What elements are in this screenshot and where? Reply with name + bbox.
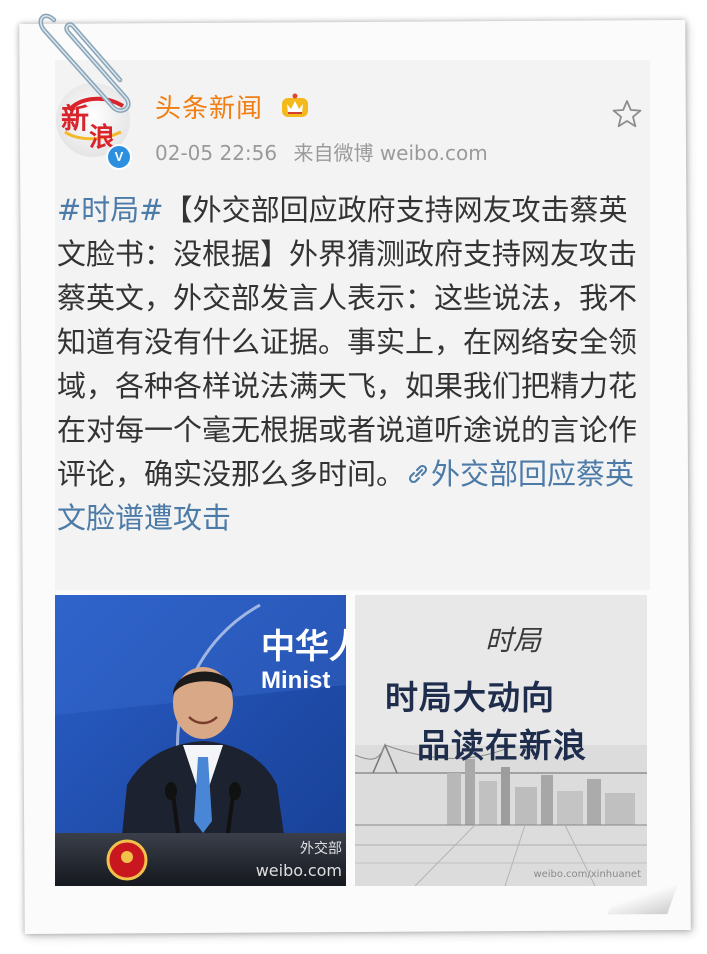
post-body: #时局#【外交部回应政府支持网友攻击蔡英文脸书：没根据】外界猜测政府支持网友攻击… bbox=[57, 188, 637, 540]
banner-text-en: Minist bbox=[261, 667, 331, 694]
promo-headline-1: 时局大动向 bbox=[385, 678, 555, 717]
post-meta: 02-05 22:56 来自微博 weibo.com bbox=[155, 137, 488, 166]
post-image-promo[interactable]: 时局 时局大动向 品读在新浪 weibo.com/xinhuanet bbox=[355, 595, 647, 886]
post-text: 【外交部回应政府支持网友攻击蔡英文脸书：没根据】外界猜测政府支持网友攻击蔡英文，… bbox=[57, 193, 638, 491]
hashtag-link[interactable]: #时局# bbox=[57, 193, 164, 227]
promo-watermark: weibo.com/xinhuanet bbox=[533, 869, 641, 880]
post-image-press-conference[interactable]: 中华人 Minist 外交部 weibo.com bbox=[55, 595, 346, 886]
paperclip-icon bbox=[38, 13, 131, 113]
post-source[interactable]: 来自微博 weibo.com bbox=[293, 141, 487, 165]
account-name[interactable]: 头条新闻 bbox=[155, 88, 263, 125]
verified-badge-icon: V bbox=[106, 144, 132, 170]
favorite-star-icon[interactable] bbox=[611, 98, 643, 130]
link-icon[interactable] bbox=[405, 461, 431, 487]
post-timestamp: 02-05 22:56 bbox=[155, 141, 278, 165]
promo-headline-2: 品读在新浪 bbox=[417, 726, 587, 765]
page-curl bbox=[607, 884, 678, 915]
banner-text: 中华人 bbox=[261, 627, 346, 667]
promo-logo: 时局 bbox=[485, 624, 542, 657]
vip-crown-icon[interactable] bbox=[281, 92, 309, 118]
image-watermark: weibo.com bbox=[255, 861, 342, 880]
image-caption: 外交部 bbox=[300, 841, 342, 857]
